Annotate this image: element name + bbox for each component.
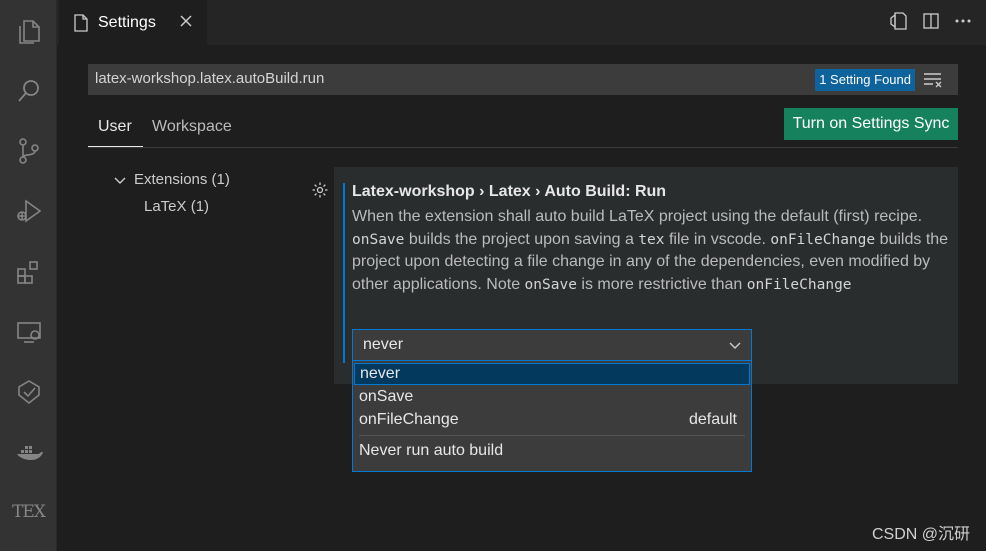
select-dropdown: never onSave onFileChange default Never … — [352, 361, 752, 472]
testing-icon[interactable] — [0, 368, 57, 416]
option-onfilechange[interactable]: onFileChange default — [353, 409, 751, 431]
tab-settings[interactable]: Settings — [59, 0, 207, 45]
modified-indicator — [343, 183, 345, 363]
divider — [88, 147, 958, 148]
turn-on-settings-sync-button[interactable]: Turn on Settings Sync — [784, 108, 958, 140]
divider — [359, 435, 745, 436]
auto-build-run-select[interactable]: never — [352, 329, 752, 361]
docker-icon[interactable] — [0, 428, 57, 476]
open-settings-json-icon[interactable] — [890, 12, 908, 30]
clear-filter-icon[interactable] — [923, 72, 943, 88]
run-debug-icon[interactable] — [0, 187, 57, 235]
source-control-icon[interactable] — [0, 127, 57, 175]
search-icon[interactable] — [0, 67, 57, 115]
chevron-down-icon — [729, 342, 741, 349]
select-value: never — [363, 336, 404, 353]
result-count-badge: 1 Setting Found — [815, 69, 915, 91]
setting-description: When the extension shall auto build LaTe… — [352, 208, 949, 293]
search-value: latex-workshop.latex.autoBuild.run — [95, 70, 325, 87]
tab-user[interactable]: User — [98, 118, 132, 136]
option-onsave[interactable]: onSave — [353, 386, 751, 408]
option-label: onFileChange — [359, 411, 459, 428]
more-actions-icon[interactable] — [954, 12, 972, 30]
extensions-icon[interactable] — [0, 248, 57, 296]
chevron-down-icon — [114, 177, 126, 184]
split-editor-icon[interactable] — [922, 12, 940, 30]
remote-explorer-icon[interactable] — [0, 308, 57, 356]
toc-extensions-label: Extensions (1) — [134, 171, 230, 188]
option-description: Never run auto build — [359, 442, 504, 459]
gear-icon[interactable] — [311, 181, 329, 199]
default-tag: default — [688, 411, 737, 428]
activity-bar: TEX — [0, 0, 57, 551]
settings-search-input[interactable]: latex-workshop.latex.autoBuild.run 1 Set… — [88, 64, 958, 95]
toc-extensions[interactable]: Extensions (1) — [112, 171, 230, 188]
toc-latex[interactable]: LaTeX (1) — [144, 198, 209, 215]
tab-bar: Settings — [57, 0, 986, 45]
tab-label: Settings — [98, 13, 156, 31]
tab-workspace[interactable]: Workspace — [152, 118, 232, 136]
file-icon — [74, 13, 88, 32]
explorer-icon[interactable] — [0, 8, 57, 56]
editor-actions — [890, 12, 972, 30]
tex-icon[interactable]: TEX — [0, 488, 57, 536]
close-icon[interactable] — [177, 12, 195, 30]
option-never[interactable]: never — [354, 363, 750, 385]
watermark: CSDN @沉研 — [871, 526, 970, 543]
setting-title: Latex-workshop › Latex › Auto Build: Run — [352, 183, 667, 200]
